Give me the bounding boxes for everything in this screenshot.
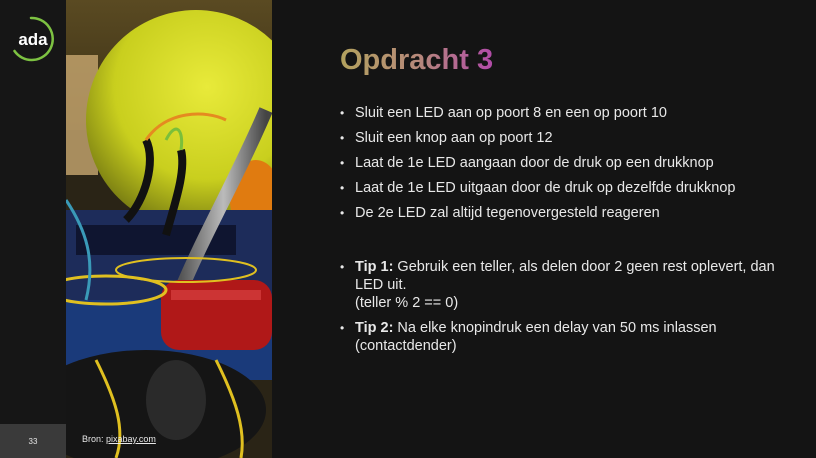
tip-text: Na elke knopindruk een delay van 50 ms i… [355, 320, 717, 354]
credit-prefix: Bron: [82, 434, 107, 444]
task-item: De 2e LED zal altijd tegenovergesteld re… [340, 204, 800, 222]
arduino-photo [66, 0, 272, 458]
logo-text: ada [18, 30, 48, 49]
tip-label: Tip 2: [355, 320, 394, 336]
task-item: Sluit een knop aan op poort 12 [340, 129, 800, 147]
task-item: Laat de 1e LED aangaan door de druk op e… [340, 154, 800, 172]
tip-item: Tip 2: Na elke knopindruk een delay van … [340, 319, 780, 355]
ada-logo: ada [6, 14, 56, 64]
task-item: Laat de 1e LED uitgaan door de druk op d… [340, 179, 800, 197]
left-sidebar: ada 33 [0, 0, 66, 458]
credit-link[interactable]: pixabay.com [106, 434, 156, 444]
page-number: 33 [0, 424, 66, 458]
task-list: Sluit een LED aan op poort 8 en een op p… [340, 104, 800, 229]
tip-note: (teller % 2 == 0) [355, 295, 459, 311]
tip-label: Tip 1: [355, 259, 394, 275]
slide-title: Opdracht 3 [340, 44, 494, 76]
tips-list: Tip 1: Gebruik een teller, als delen doo… [340, 258, 780, 362]
tip-item: Tip 1: Gebruik een teller, als delen doo… [340, 258, 780, 312]
tip-text: Gebruik een teller, als delen door 2 gee… [355, 259, 775, 293]
task-item: Sluit een LED aan op poort 8 en een op p… [340, 104, 800, 122]
image-credit: Bron: pixabay.com [82, 434, 156, 444]
